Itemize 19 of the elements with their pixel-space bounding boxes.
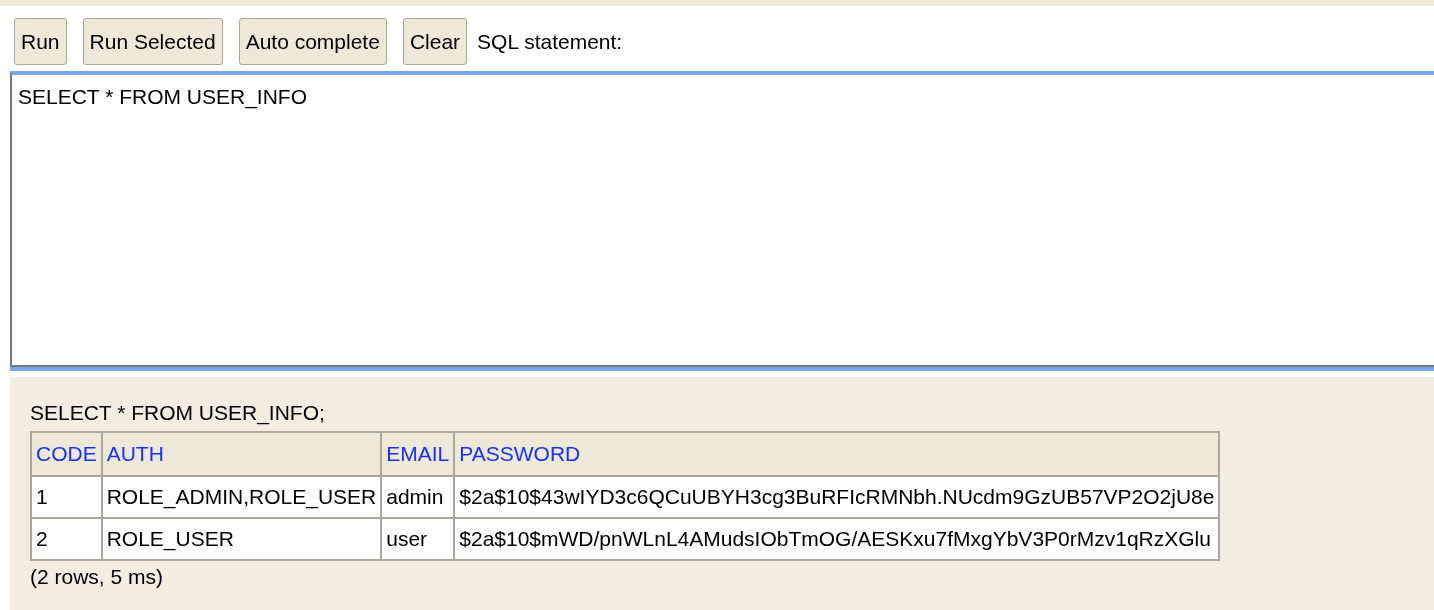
table-cell: ROLE_ADMIN,ROLE_USER (101, 476, 382, 518)
table-cell: 1 (31, 476, 102, 518)
column-header-link[interactable]: EMAIL (381, 432, 455, 476)
toolbar-button[interactable]: Run Selected (82, 18, 223, 65)
table-cell: ROLE_USER (101, 518, 382, 560)
toolbar-button[interactable]: Clear (402, 18, 468, 65)
table-cell: $2a$10$mWD/pnWLnL4AMudsIObTmOG/AESKxu7fMxgYbV3P0rMzv1qRzXGlu (454, 518, 1220, 560)
column-header-link[interactable]: CODE (31, 432, 102, 476)
toolbar-button[interactable]: Auto complete (238, 18, 387, 65)
sql-statement-label: SQL statement: (477, 29, 623, 54)
executed-statement: SELECT * FROM USER_INFO; (30, 401, 326, 425)
toolbar-button[interactable]: Run (14, 18, 67, 65)
table-cell: $2a$10$43wIYD3c6QCuUBYH3cg3BuRFIcRMNbh.NUcdm9GzUB57VP2O2jU8e (454, 476, 1220, 518)
table-cell: user (381, 518, 455, 560)
column-header-link[interactable]: PASSWORD (454, 432, 1220, 476)
result-summary: (2 rows, 5 ms) (30, 565, 164, 589)
table-cell: admin (381, 476, 455, 518)
column-header-link[interactable]: AUTH (101, 432, 382, 476)
table-cell: 2 (31, 518, 102, 560)
